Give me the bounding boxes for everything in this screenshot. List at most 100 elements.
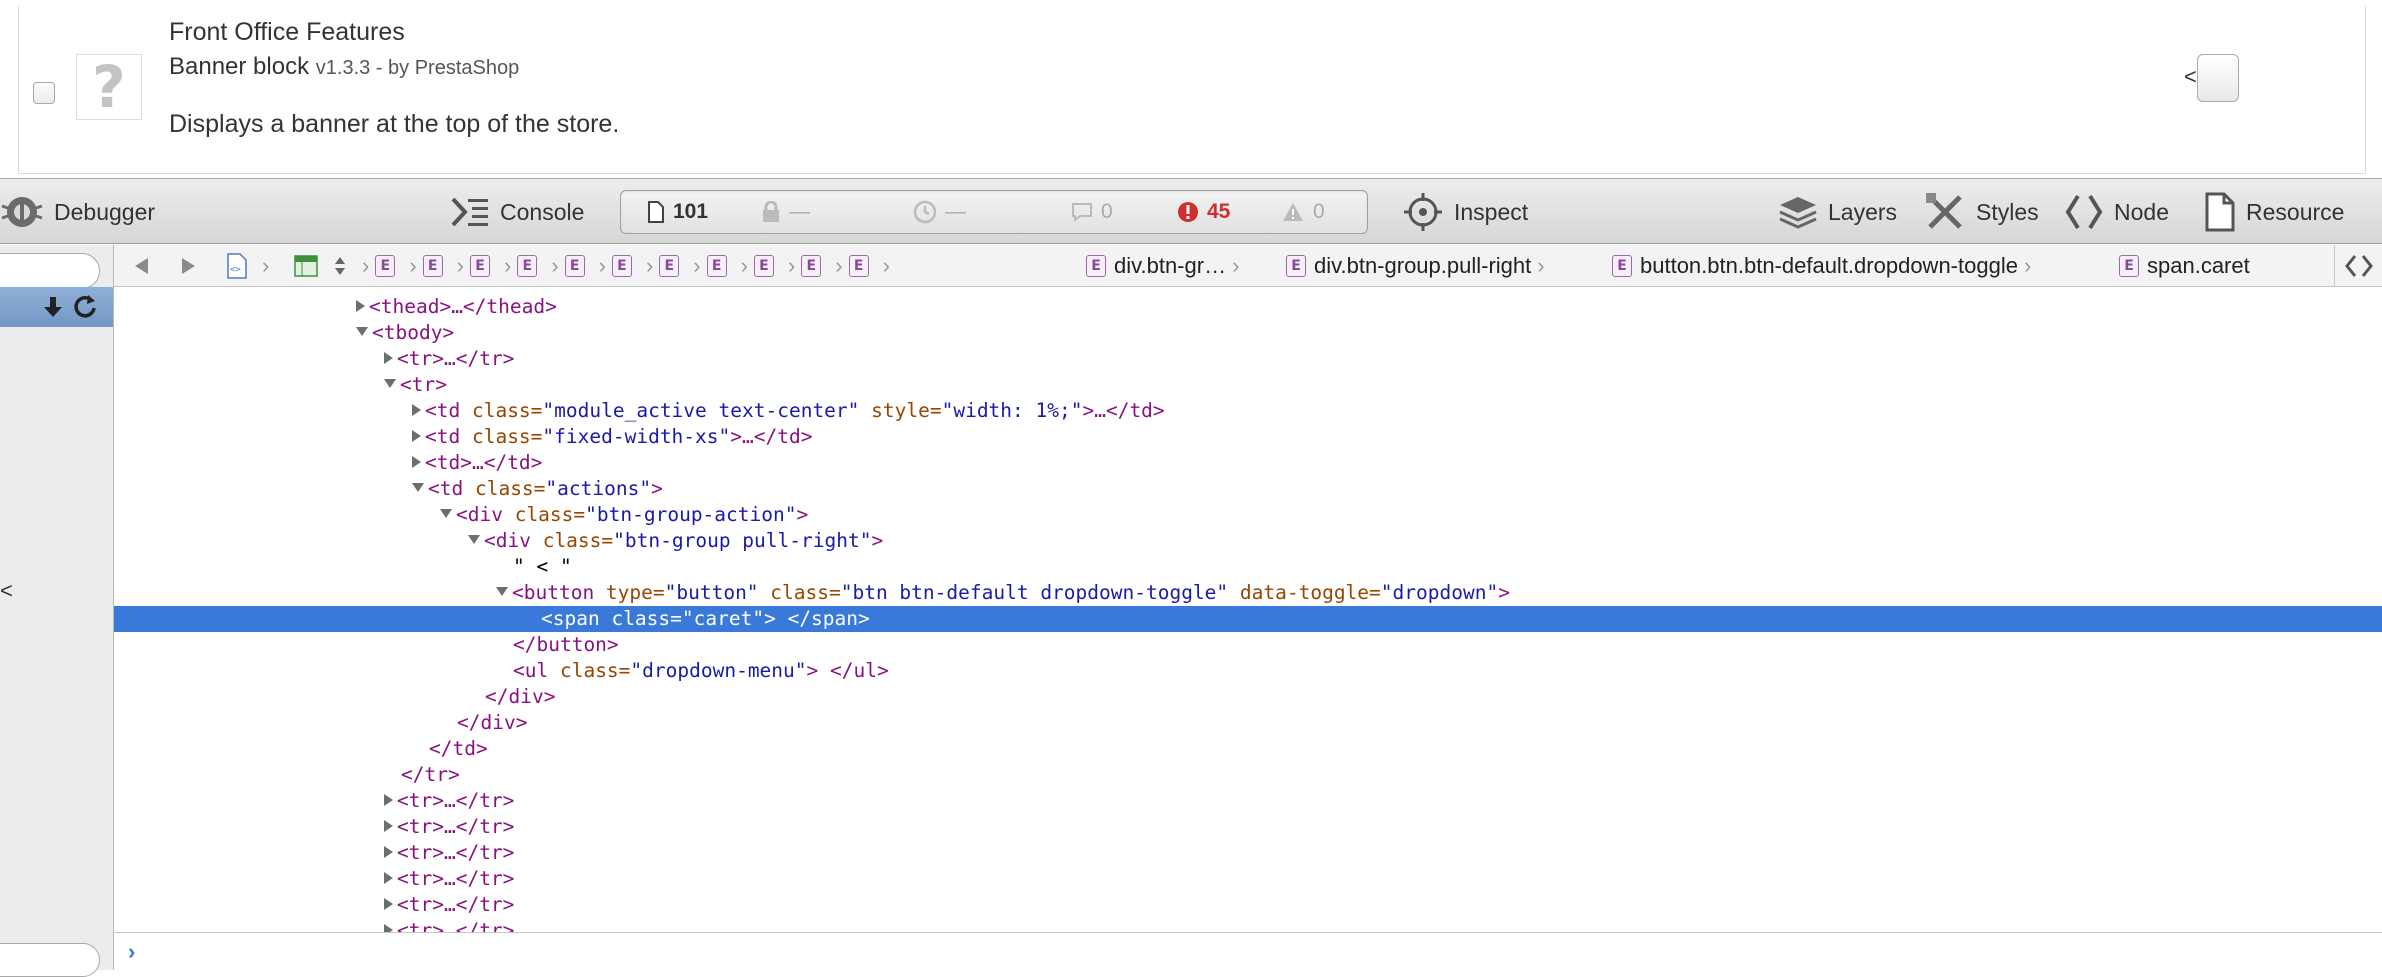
dom-node-tr-expanded[interactable]: <tr> <box>114 372 2382 398</box>
tab-debugger[interactable]: Debugger <box>0 179 155 245</box>
inspect-label: Inspect <box>1454 198 1529 225</box>
lock-count[interactable]: — <box>761 191 810 233</box>
module-dropdown-button[interactable] <box>2197 54 2239 102</box>
clock-icon <box>913 200 937 224</box>
download-arrow-icon[interactable] <box>43 295 63 324</box>
disclosure-triangle-icon[interactable] <box>384 897 393 910</box>
dom-node-button-close[interactable]: </button> <box>114 632 2382 658</box>
table-icon[interactable] <box>294 245 318 287</box>
sidebar-filter-input[interactable] <box>0 253 100 289</box>
speech-bubble-icon <box>1071 202 1093 222</box>
dom-node-button[interactable]: <button type="button" class="btn btn-def… <box>114 580 2382 606</box>
tab-layers[interactable]: Layers <box>1778 179 1897 245</box>
dom-node-div-close[interactable]: </div> <box>114 710 2382 736</box>
console-prompt-input[interactable]: › <box>114 932 2382 970</box>
warning-count[interactable]: 0 <box>1281 191 1325 233</box>
separator-icon: › <box>835 253 843 278</box>
separator-icon: › <box>551 253 559 278</box>
dom-node-ul-dropdown-menu[interactable]: <ul class="dropdown-menu"> </ul> <box>114 658 2382 684</box>
resource-document-icon <box>2204 192 2236 232</box>
dom-node-tr[interactable]: <tr>…</tr> <box>114 788 2382 814</box>
tab-node[interactable]: Node <box>2064 179 2169 245</box>
dom-node-div-btn-group[interactable]: <div class="btn-group pull-right"> <box>114 528 2382 554</box>
dom-node-div-btn-group-action[interactable]: <div class="btn-group-action"> <box>114 502 2382 528</box>
tab-console[interactable]: Console <box>450 179 584 245</box>
disclosure-triangle-icon[interactable] <box>384 819 393 832</box>
dom-node-tr[interactable]: <tr>…</tr> <box>114 918 2382 932</box>
element-badge-icon: E <box>422 255 443 277</box>
dom-node-tr[interactable]: <tr>…</tr> <box>114 840 2382 866</box>
reload-icon[interactable] <box>72 293 98 324</box>
element-badge-icon: E <box>517 255 538 277</box>
disclosure-triangle-icon[interactable] <box>468 535 480 544</box>
log-count[interactable]: 0 <box>1071 191 1113 233</box>
load-time[interactable]: — <box>913 191 966 233</box>
disclosure-triangle-icon[interactable] <box>384 379 396 388</box>
dom-node-td-close[interactable]: </td> <box>114 736 2382 762</box>
disclosure-triangle-icon[interactable] <box>384 845 393 858</box>
dom-node-tr[interactable]: <tr>…</tr> <box>114 892 2382 918</box>
dom-node-thead[interactable]: <thead>…</thead> <box>114 294 2382 320</box>
inspect-button[interactable]: Inspect <box>1402 179 1528 245</box>
warning-count-value: 0 <box>1313 200 1325 223</box>
dom-node-tr[interactable]: <tr>…</tr> <box>114 814 2382 840</box>
breadcrumb-label: div.btn-gr… <box>1114 253 1227 278</box>
disclosure-triangle-icon[interactable] <box>356 299 365 312</box>
element-badge-icon: E <box>801 255 822 277</box>
tab-styles[interactable]: Styles <box>1924 179 2039 245</box>
disclosure-triangle-icon[interactable] <box>440 509 452 518</box>
disclosure-triangle-icon[interactable] <box>384 923 393 932</box>
disclosure-triangle-icon[interactable] <box>412 429 421 442</box>
dom-node-tbody[interactable]: <tbody> <box>114 320 2382 346</box>
dom-node-span-caret-selected[interactable]: <span class="caret"> </span> <box>114 606 2382 632</box>
dom-node-text[interactable]: " < " <box>114 554 2382 580</box>
separator-icon: › <box>456 253 464 278</box>
disclosure-triangle-icon[interactable] <box>384 871 393 884</box>
disclosure-triangle-icon[interactable] <box>412 483 424 492</box>
disclosure-triangle-icon[interactable] <box>496 587 508 596</box>
breadcrumb-item-span-caret[interactable]: E span.caret <box>2119 251 2250 281</box>
dom-node-div-close[interactable]: </div> <box>114 684 2382 710</box>
toggle-details-sidebar-icon[interactable] <box>2334 245 2375 287</box>
disclosure-triangle-icon[interactable] <box>412 403 421 416</box>
element-badge-icon: E <box>564 255 585 277</box>
element-badge-icon: E <box>375 255 396 277</box>
devtools-toolbar: Debugger Console 101 — — 0 45 0 Inspect … <box>0 178 2382 244</box>
dom-node-td-actions[interactable]: <td class="actions"> <box>114 476 2382 502</box>
separator-icon: › <box>787 253 796 278</box>
tab-resource[interactable]: Resource <box>2204 179 2344 245</box>
warning-icon <box>1281 201 1305 223</box>
element-badge-icon: E <box>1286 255 1306 277</box>
module-description: Displays a banner at the top of the stor… <box>169 110 620 138</box>
prompt-chevron-icon: › <box>128 939 136 964</box>
dom-node-tr-close[interactable]: </tr> <box>114 762 2382 788</box>
breadcrumb-item-div-pull-right[interactable]: E div.btn-group.pull-right › <box>1286 251 1551 281</box>
sidebar-bottom-filter-input[interactable] <box>0 943 100 977</box>
dom-node-td-fixed-width[interactable]: <td class="fixed-width-xs">…</td> <box>114 424 2382 450</box>
dom-node-td-module-active[interactable]: <td class="module_active text-center" st… <box>114 398 2382 424</box>
dom-node-td[interactable]: <td>…</td> <box>114 450 2382 476</box>
resource-count-value: 101 <box>673 200 709 223</box>
resource-count[interactable]: 101 <box>647 191 708 233</box>
back-arrow-icon[interactable] <box>132 245 150 287</box>
breadcrumb-item-div-btn-group-action[interactable]: E div.btn-gr… › <box>1086 251 1245 281</box>
forward-arrow-icon[interactable] <box>180 245 198 287</box>
activity-viewer[interactable]: 101 — — 0 45 0 <box>620 190 1368 234</box>
breadcrumb-label: span.caret <box>2147 253 2250 278</box>
disclosure-triangle-icon[interactable] <box>384 351 393 364</box>
dom-node-tr[interactable]: <tr>…</tr> <box>114 346 2382 372</box>
document-root-icon[interactable]: <> <box>226 245 248 287</box>
separator-icon: › <box>693 253 701 278</box>
sidebar-selected-row[interactable] <box>0 287 113 327</box>
module-select-checkbox[interactable] <box>33 82 55 104</box>
breadcrumb-item-button[interactable]: E button.btn.btn-default.dropdown-toggle… <box>1612 251 2037 281</box>
disclosure-triangle-icon[interactable] <box>384 793 393 806</box>
stepper-arrows-icon[interactable] <box>334 245 346 287</box>
dom-node-tr[interactable]: <tr>…</tr> <box>114 866 2382 892</box>
error-count[interactable]: 45 <box>1177 191 1230 233</box>
disclosure-triangle-icon[interactable] <box>412 455 421 468</box>
disclosure-triangle-icon[interactable] <box>356 327 368 336</box>
tab-node-label: Node <box>2114 198 2169 225</box>
element-badge-icon: E <box>659 255 680 277</box>
breadcrumb-collapsed-ancestors[interactable]: › E › E › E › E › E › E › E › E › E › E › E › <box>356 251 896 281</box>
